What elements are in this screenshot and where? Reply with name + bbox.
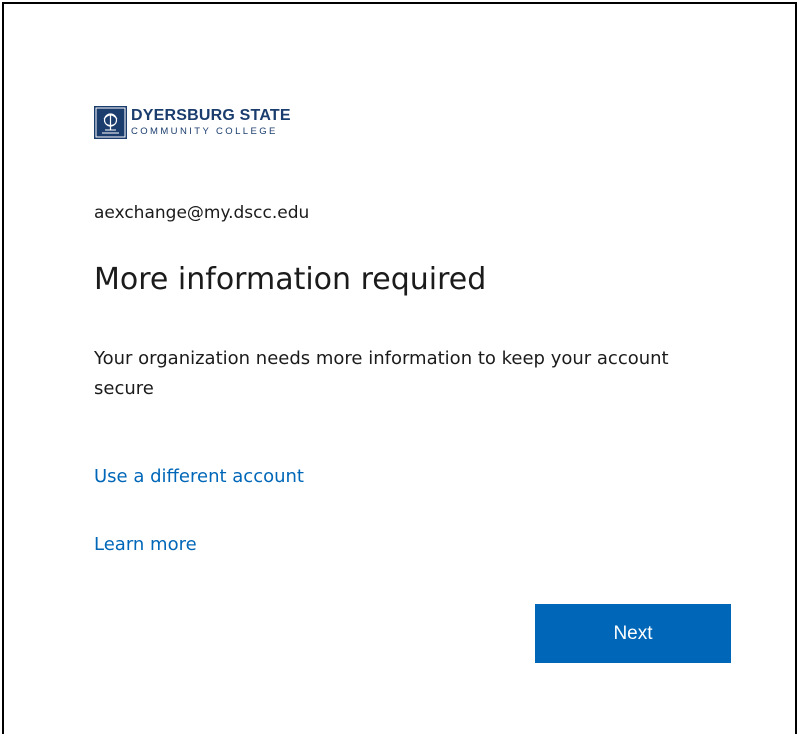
logo-line-2: COMMUNITY COLLEGE: [131, 126, 278, 138]
next-button[interactable]: Next: [535, 604, 731, 663]
signin-content: DYERSBURG STATE COMMUNITY COLLEGE aexcha…: [94, 4, 734, 736]
logo-line-1: DYERSBURG STATE: [131, 107, 291, 125]
college-logo: DYERSBURG STATE COMMUNITY COLLEGE: [94, 106, 291, 139]
page-description: Your organization needs more information…: [94, 348, 669, 399]
use-different-account-link[interactable]: Use a different account: [94, 466, 304, 487]
logo-wordmark: DYERSBURG STATE COMMUNITY COLLEGE: [131, 108, 291, 137]
learn-more-link[interactable]: Learn more: [94, 534, 197, 555]
page-title: More information required: [94, 262, 487, 297]
college-seal-icon: [94, 106, 127, 139]
signin-card: DYERSBURG STATE COMMUNITY COLLEGE aexcha…: [2, 2, 797, 734]
account-email: aexchange@my.dscc.edu: [94, 203, 310, 223]
